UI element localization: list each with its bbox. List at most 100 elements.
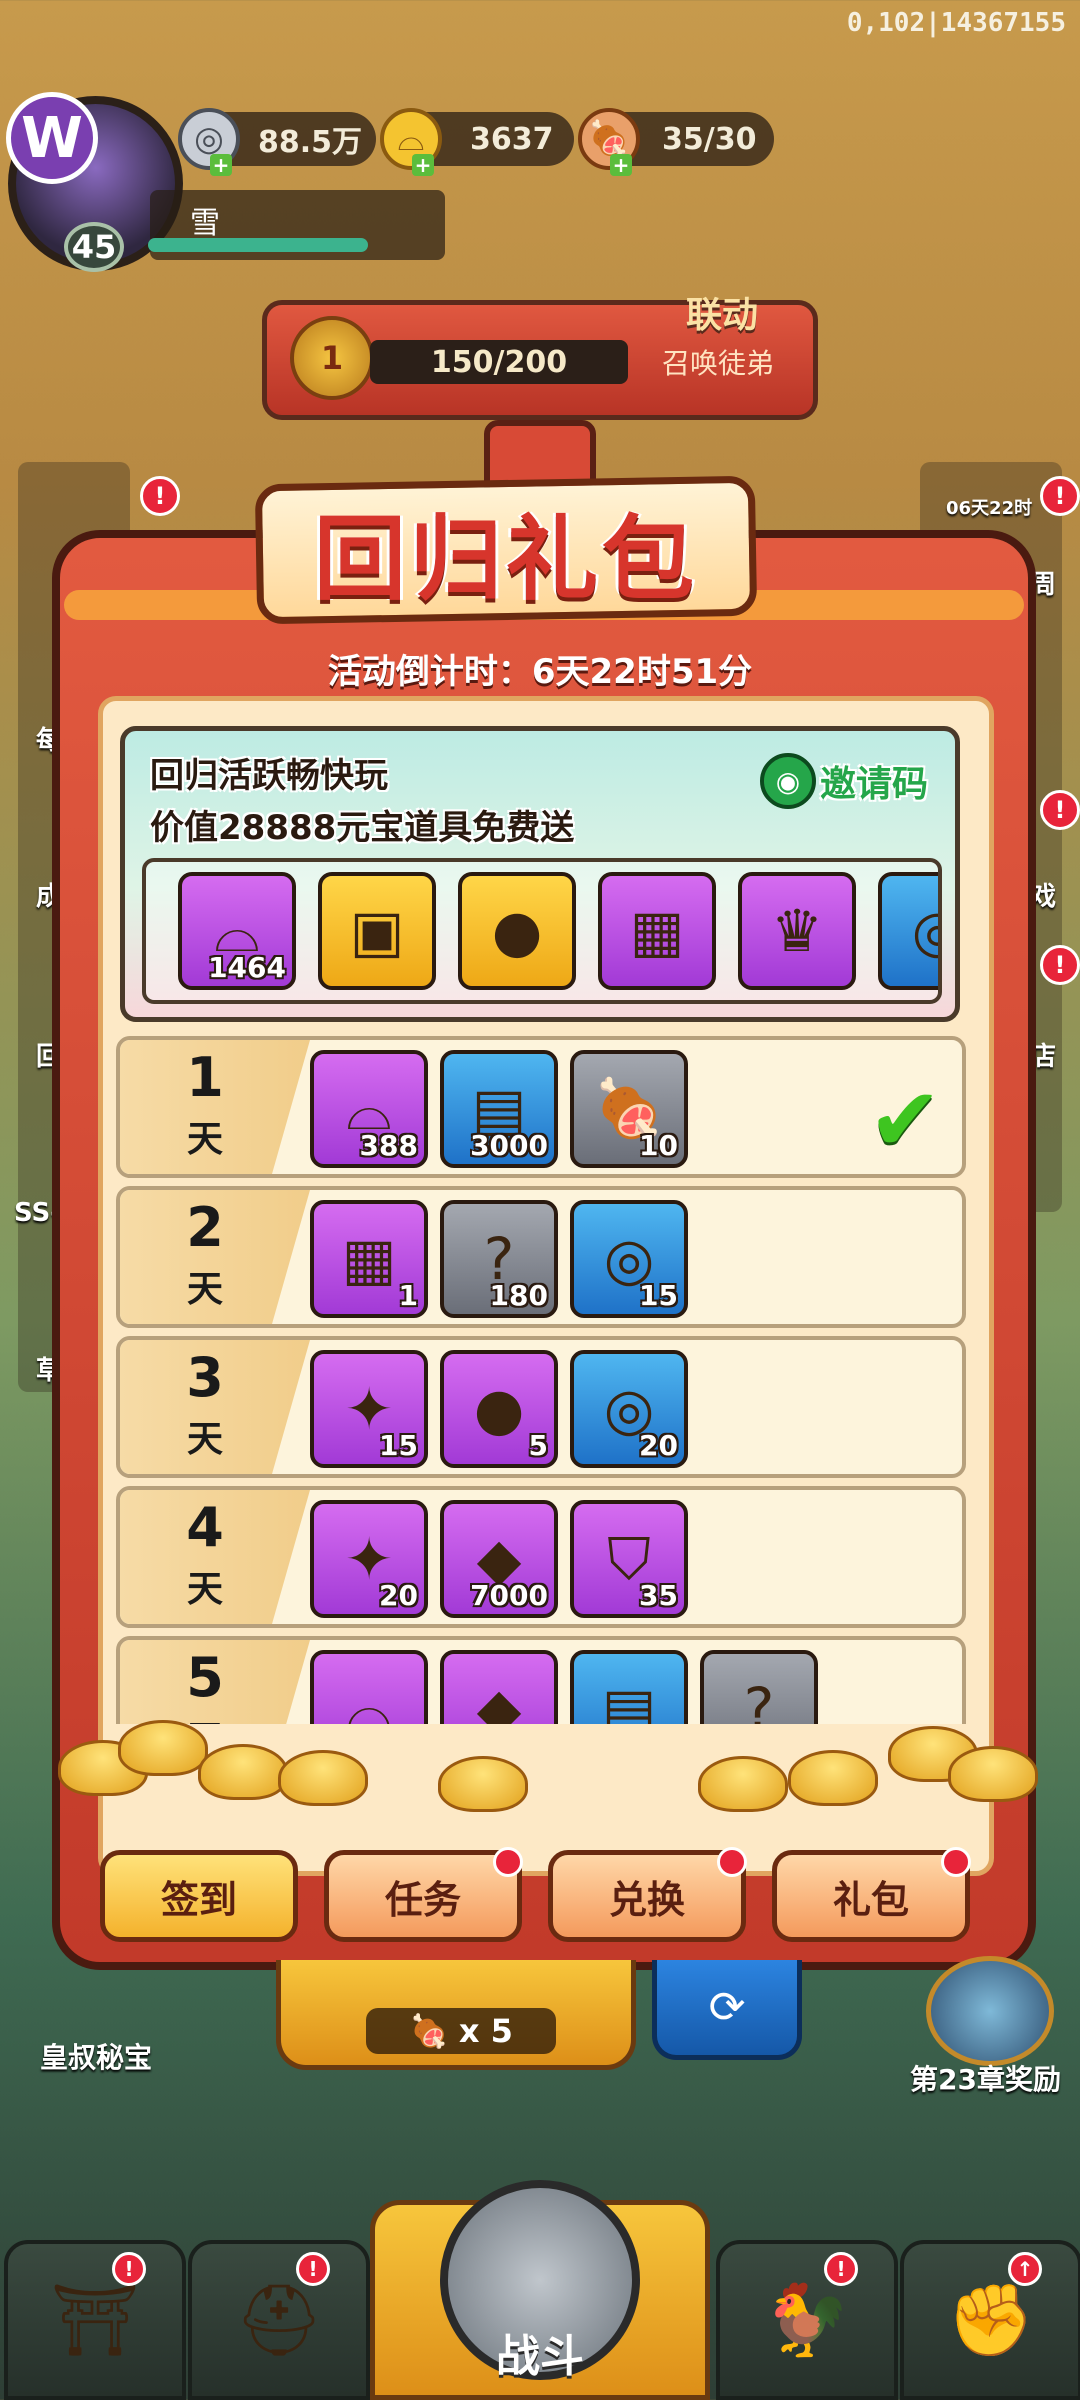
tasks-label: 任务 bbox=[384, 1877, 461, 1922]
battle-stamina-cost: 🍖 x 5 bbox=[366, 2008, 556, 2054]
item-quantity: 15 bbox=[639, 1279, 678, 1312]
gold-ingot-item[interactable]: ⌓ bbox=[310, 1650, 428, 1724]
invite-code-label: 邀请码 bbox=[820, 764, 929, 805]
day-number: 1 bbox=[186, 1046, 224, 1109]
day-number: 3 bbox=[186, 1346, 224, 1409]
gold-value: 3637 bbox=[470, 121, 554, 157]
gold-ingot-item[interactable]: ⌓ 388 bbox=[310, 1050, 428, 1168]
day-unit: 天 bbox=[186, 1419, 223, 1460]
uncle-treasure-label[interactable]: 皇叔秘宝 bbox=[40, 2036, 152, 2076]
daily-reward-list[interactable]: 1 天 ⌓ 388 ▤ 3000 🍖 10 ✔ 2 天 ▦ 1? 180 ◎ 15 3 天 ✦ 15 ● 5 ◎ 20 4 天 ✦ 2… bbox=[116, 1036, 966, 1724]
nav-pet-tab[interactable]: 🐓 bbox=[716, 2240, 898, 2400]
gold-pile-decoration bbox=[48, 1720, 1038, 1812]
server-id: 0,102|14367155 bbox=[846, 8, 1066, 38]
upgrade-arrow-dot: ↑ bbox=[1008, 2252, 1042, 2286]
notification-dot: ! bbox=[140, 476, 180, 516]
promo-title: 回归活跃畅快玩 bbox=[150, 756, 388, 796]
silver-coin-item[interactable]: ◎ bbox=[878, 872, 938, 990]
gift-box-item[interactable]: ▦ bbox=[598, 872, 716, 990]
notification-dot bbox=[493, 1847, 523, 1877]
day-reward-row[interactable]: 3 天 ✦ 15 ● 5 ◎ 20 bbox=[116, 1336, 966, 1478]
invite-code-button[interactable]: ◉ 邀请码 bbox=[760, 752, 928, 810]
tasks-button[interactable]: 任务 bbox=[324, 1847, 523, 1942]
day-unit: 天 bbox=[186, 1569, 223, 1610]
invite-bag-icon: ◉ bbox=[760, 753, 816, 809]
exchange-button[interactable]: 兑换 bbox=[548, 1847, 747, 1942]
add-silver-icon[interactable]: + bbox=[210, 154, 232, 176]
modal-button-row: 签到 任务 兑换 礼包 bbox=[100, 1847, 980, 1942]
day-unit: 天 bbox=[186, 1119, 223, 1160]
gate-icon: ⛩ bbox=[50, 2278, 140, 2361]
scroll-icon: ▤ bbox=[601, 1675, 657, 1724]
silver-resource[interactable]: ◎ + 88.5万 bbox=[178, 108, 376, 176]
meat-item[interactable]: 🍖 10 bbox=[570, 1050, 688, 1168]
add-gold-icon[interactable]: + bbox=[412, 154, 434, 176]
silver-coin-icon: ◎ bbox=[912, 897, 938, 965]
puzzle-piece-item[interactable]: ✦ 15 bbox=[310, 1350, 428, 1468]
refresh-button[interactable]: ⟳ bbox=[652, 1960, 802, 2060]
item-quantity: 10 bbox=[639, 1129, 678, 1162]
notification-dot: ! bbox=[1040, 945, 1080, 985]
sign-in-button[interactable]: 签到 bbox=[100, 1850, 298, 1942]
helmet-icon: ⛑ bbox=[234, 2278, 324, 2361]
gold-resource[interactable]: ⌓ + 3637 bbox=[380, 108, 574, 176]
day-reward-row[interactable]: 2 天 ▦ 1? 180 ◎ 15 bbox=[116, 1186, 966, 1328]
chapter-reward-icon[interactable] bbox=[926, 1956, 1054, 2066]
chapter-reward-label[interactable]: 第23章奖励 bbox=[910, 2058, 1061, 2098]
item-quantity: 1 bbox=[398, 1279, 418, 1312]
day-reward-row[interactable]: 1 天 ⌓ 388 ▤ 3000 🍖 10 ✔ bbox=[116, 1036, 966, 1178]
nav-battle-label: 战斗 bbox=[496, 2331, 584, 2382]
golden-egg-item[interactable]: ● bbox=[458, 872, 576, 990]
exchange-label: 兑换 bbox=[608, 1877, 685, 1922]
nav-upgrade-tab[interactable]: ✊ bbox=[900, 2240, 1080, 2400]
silver-coin-icon: ◎ + bbox=[178, 108, 240, 176]
notification-dot: ! bbox=[112, 2252, 146, 2286]
notification-dot: ! bbox=[824, 2252, 858, 2286]
notification-dot bbox=[717, 1847, 747, 1877]
scroll-item[interactable]: ▤ bbox=[570, 1650, 688, 1724]
promo-item-strip[interactable]: ⌓1464 ▣ ● ▦ ♛ ◎ bbox=[142, 858, 942, 1004]
league-tag: 联动 bbox=[686, 295, 759, 336]
scroll-item[interactable]: ▤ 3000 bbox=[440, 1050, 558, 1168]
silver-coin-item[interactable]: ◎ 15 bbox=[570, 1200, 688, 1318]
meat-stamina-icon: 🍖 + bbox=[578, 108, 640, 176]
mystery-gem-item[interactable]: ? 180 bbox=[440, 1200, 558, 1318]
nav-gate-tab[interactable]: ⛩ bbox=[4, 2240, 186, 2400]
notification-dot: ! bbox=[296, 2252, 330, 2286]
day-reward-row[interactable]: 5天⌓◆▤? bbox=[116, 1636, 966, 1724]
red-gem-item[interactable]: ◆ bbox=[440, 1650, 558, 1724]
add-stamina-icon[interactable]: + bbox=[610, 154, 632, 176]
item-quantity: 388 bbox=[359, 1129, 418, 1162]
egg-icon: ● bbox=[473, 1375, 525, 1443]
summon-apprentice-link[interactable]: 召唤徒弟 bbox=[662, 342, 774, 382]
upgrade-fist-icon: ✊ bbox=[947, 2278, 1035, 2361]
treasure-chest-item[interactable]: ▣ bbox=[318, 872, 436, 990]
armor-item[interactable]: ⛉ 35 bbox=[570, 1500, 688, 1618]
treasure-chest-icon: ▣ bbox=[349, 897, 405, 965]
lion-chest-item[interactable]: ♛ bbox=[738, 872, 856, 990]
red-gem-item[interactable]: ◆ 7000 bbox=[440, 1500, 558, 1618]
day-item-list: ✦ 20 ◆ 7000 ⛉ 35 bbox=[310, 1500, 688, 1618]
rank-medal-icon: 1 bbox=[290, 316, 374, 400]
gift-box-item[interactable]: ▦ 1 bbox=[310, 1200, 428, 1318]
red-gem-icon: ◆ bbox=[476, 1675, 522, 1724]
mystery-gem-item[interactable]: ? bbox=[700, 1650, 818, 1724]
gift-pack-button[interactable]: 礼包 bbox=[772, 1847, 971, 1942]
gold-ingot-icon: ⌓ bbox=[346, 1674, 392, 1725]
gift-box-icon: ▦ bbox=[341, 1225, 397, 1293]
silver-coin-item[interactable]: ◎ 20 bbox=[570, 1350, 688, 1468]
stamina-resource[interactable]: 🍖 + 35/30 bbox=[578, 108, 774, 176]
puzzle-piece-item[interactable]: ✦ 20 bbox=[310, 1500, 428, 1618]
egg-item[interactable]: ● 5 bbox=[440, 1350, 558, 1468]
item-quantity: 180 bbox=[489, 1279, 548, 1312]
day-item-list: ⌓ 388 ▤ 3000 🍖 10 bbox=[310, 1050, 688, 1168]
gold-ingot-item[interactable]: ⌓ 1464 bbox=[178, 872, 296, 990]
day-number: 4 bbox=[186, 1496, 224, 1559]
day-reward-row[interactable]: 4 天 ✦ 20 ◆ 7000 ⛉ 35 bbox=[116, 1486, 966, 1628]
notification-dot: ! bbox=[1040, 476, 1080, 516]
nav-hero-tab[interactable]: ⛑ bbox=[188, 2240, 370, 2400]
stamina-value: 35/30 bbox=[662, 121, 757, 157]
day-number: 5 bbox=[186, 1646, 224, 1709]
league-progress: 150/200 bbox=[370, 340, 628, 384]
app-logo-icon: W bbox=[6, 92, 98, 184]
